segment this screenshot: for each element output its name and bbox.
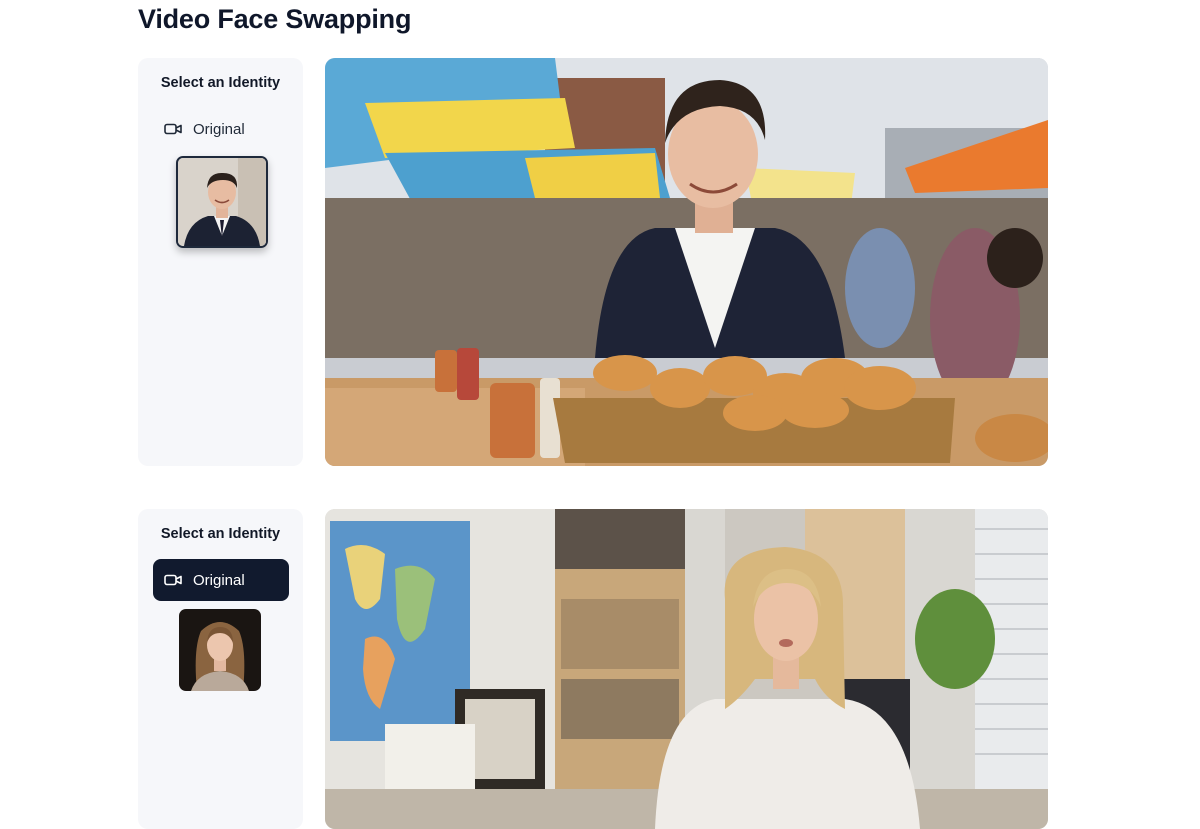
video-camera-icon <box>164 573 182 587</box>
sidebar-title: Select an Identity <box>160 526 281 542</box>
video-player-market[interactable] <box>325 58 1048 466</box>
page-title: Video Face Swapping <box>138 4 412 34</box>
original-label: Original <box>193 571 245 589</box>
identity-thumbnail-man[interactable] <box>176 156 268 248</box>
identity-sidebar: Select an Identity Original <box>138 58 303 466</box>
video-camera-icon <box>164 122 182 136</box>
original-label: Original <box>193 120 245 138</box>
sidebar-title: Select an Identity <box>160 75 281 91</box>
face-swap-section-1: Select an Identity Original <box>138 58 1048 466</box>
face-swap-section-2: Select an Identity Original <box>138 509 1048 829</box>
original-button[interactable]: Original <box>153 108 289 150</box>
video-player-office[interactable] <box>325 509 1048 829</box>
identity-thumbnail-woman[interactable] <box>179 609 261 691</box>
identity-sidebar: Select an Identity Original <box>138 509 303 829</box>
original-button[interactable]: Original <box>153 559 289 601</box>
